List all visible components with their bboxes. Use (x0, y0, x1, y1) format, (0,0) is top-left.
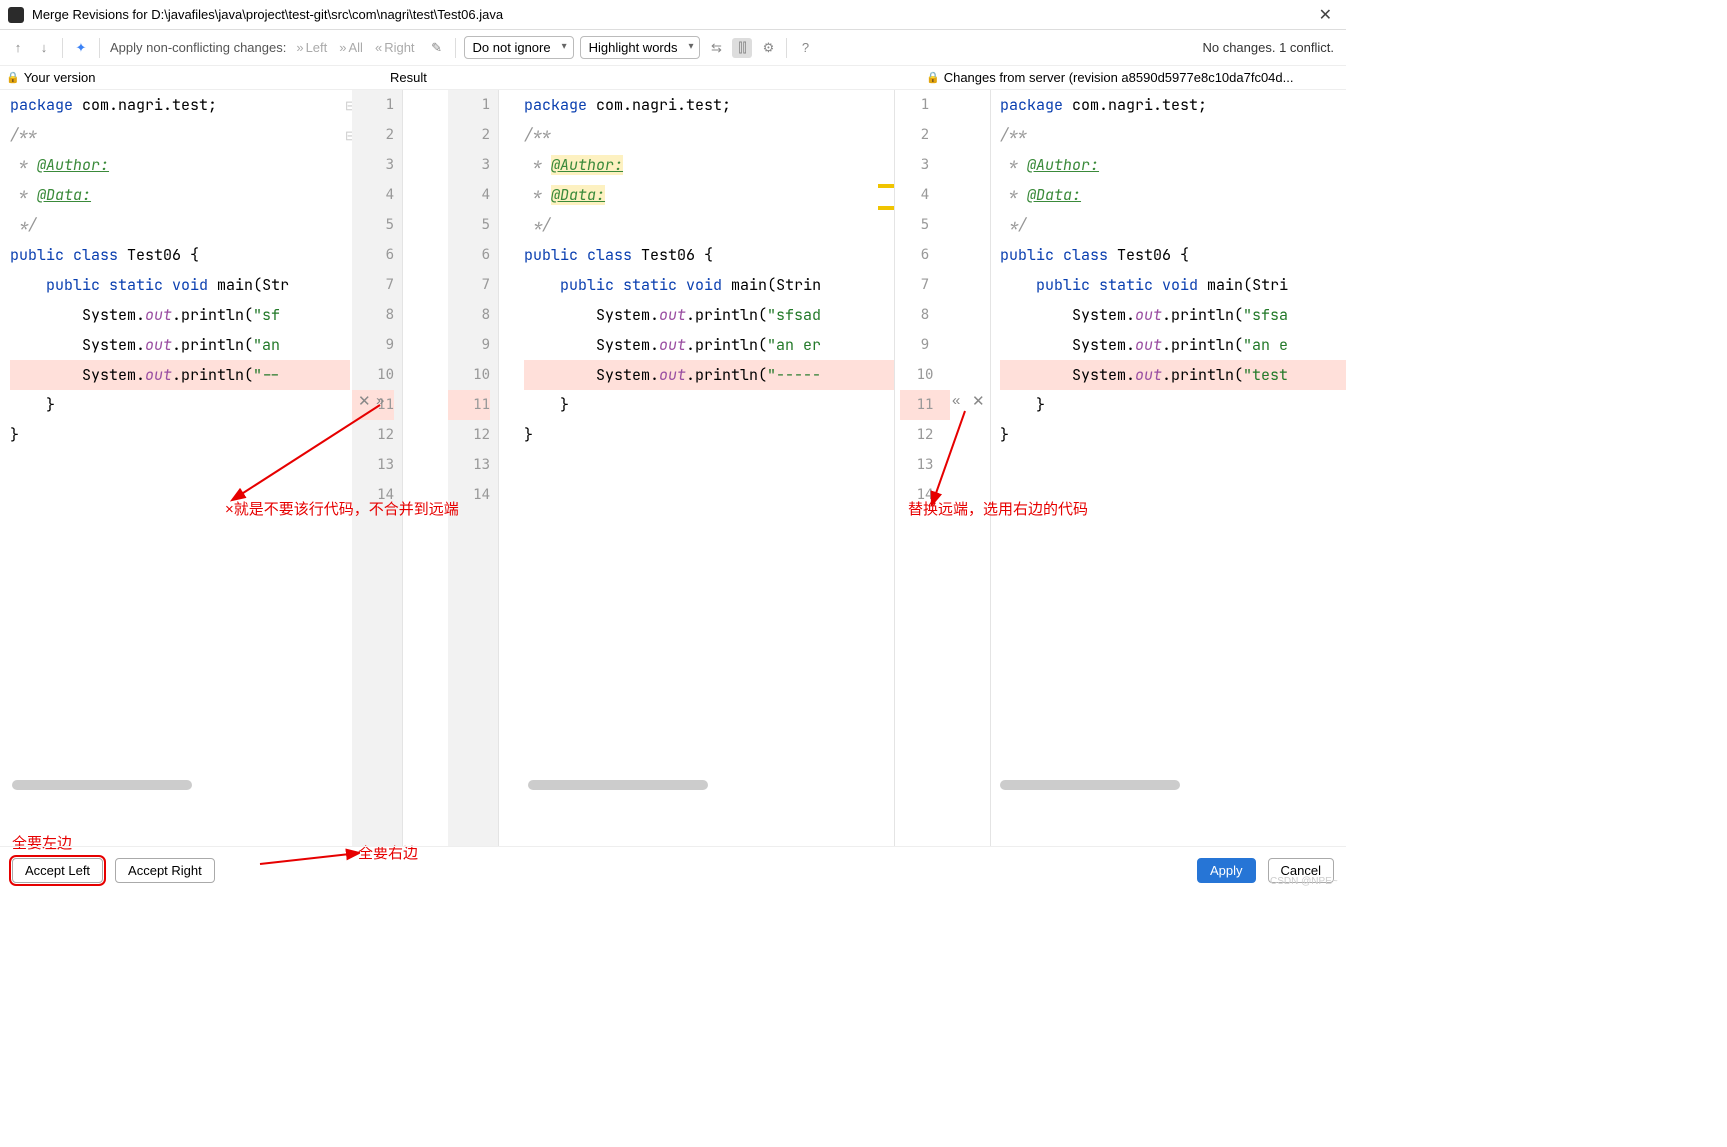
collapse-icon[interactable]: ⇆ (706, 38, 726, 58)
right-header: Changes from server (revision a8590d5977… (944, 70, 1294, 85)
help-icon[interactable]: ? (795, 38, 815, 58)
gear-icon[interactable]: ⚙ (758, 38, 778, 58)
scrollbar[interactable] (12, 780, 192, 790)
sync-scroll-icon[interactable]: ⫿⫿ (732, 38, 752, 58)
toolbar: ↑ ↓ ✦ Apply non-conflicting changes: » L… (0, 30, 1346, 66)
lock-icon: 🔒 (926, 71, 940, 84)
separator (455, 38, 456, 58)
apply-label: Apply non-conflicting changes: (110, 40, 286, 55)
mid-gutter-left: 1234567891011121314 (448, 90, 498, 846)
left-gutter: 1234567891011121314 (352, 90, 402, 846)
window-title: Merge Revisions for D:\javafiles\java\pr… (32, 7, 1313, 22)
separator (62, 38, 63, 58)
next-diff-icon[interactable]: ↓ (34, 38, 54, 58)
magic-wand-icon[interactable]: ✎ (427, 38, 447, 58)
accept-left-icon[interactable]: » (376, 392, 384, 409)
mid-header: Result (390, 70, 427, 85)
change-marker (878, 184, 894, 188)
divider (990, 90, 991, 846)
divider (894, 90, 895, 846)
editor-area: package com.nagri.test;/** * @Author: * … (0, 90, 1346, 846)
apply-button[interactable]: Apply (1197, 858, 1256, 883)
footer: Accept Left Accept Right Apply Cancel (0, 846, 1346, 894)
separator (99, 38, 100, 58)
reject-right-icon[interactable]: ✕ (972, 392, 985, 410)
accept-right-button[interactable]: Accept Right (115, 858, 215, 883)
accept-left-button[interactable]: Accept Left (12, 858, 103, 883)
apply-right-link[interactable]: « Right (375, 40, 415, 55)
highlight-dropdown[interactable]: Highlight words (580, 36, 701, 59)
left-code-pane[interactable]: package com.nagri.test;/** * @Author: * … (10, 90, 350, 846)
magic-resolve-icon[interactable]: ✦ (71, 38, 91, 58)
scrollbar[interactable] (1000, 780, 1180, 790)
separator (786, 38, 787, 58)
status-text: No changes. 1 conflict. (1202, 40, 1334, 55)
lock-icon: 🔒 (6, 71, 20, 84)
apply-left-link[interactable]: » Left (296, 40, 327, 55)
divider (402, 90, 403, 846)
accept-right-icon[interactable]: « (952, 392, 960, 409)
reject-left-icon[interactable]: ✕ (358, 392, 371, 410)
scrollbar[interactable] (528, 780, 708, 790)
prev-diff-icon[interactable]: ↑ (8, 38, 28, 58)
cancel-button[interactable]: Cancel (1268, 858, 1334, 883)
right-code-pane[interactable]: package com.nagri.test;/** * @Author: * … (1000, 90, 1346, 846)
apply-all-link[interactable]: » All (339, 40, 363, 55)
divider (498, 90, 499, 846)
app-icon (8, 7, 24, 23)
result-code-pane[interactable]: package com.nagri.test;/** * @Author: * … (524, 90, 894, 846)
titlebar: Merge Revisions for D:\javafiles\java\pr… (0, 0, 1346, 30)
mid-gutter-right: 1234567891011121314 (900, 90, 950, 846)
close-icon[interactable]: ✕ (1313, 5, 1338, 25)
left-header: Your version (24, 70, 96, 85)
pane-headers: 🔒 Your version Result 🔒 Changes from serve… (0, 66, 1346, 90)
ignore-dropdown[interactable]: Do not ignore (464, 36, 574, 59)
change-marker (878, 206, 894, 210)
